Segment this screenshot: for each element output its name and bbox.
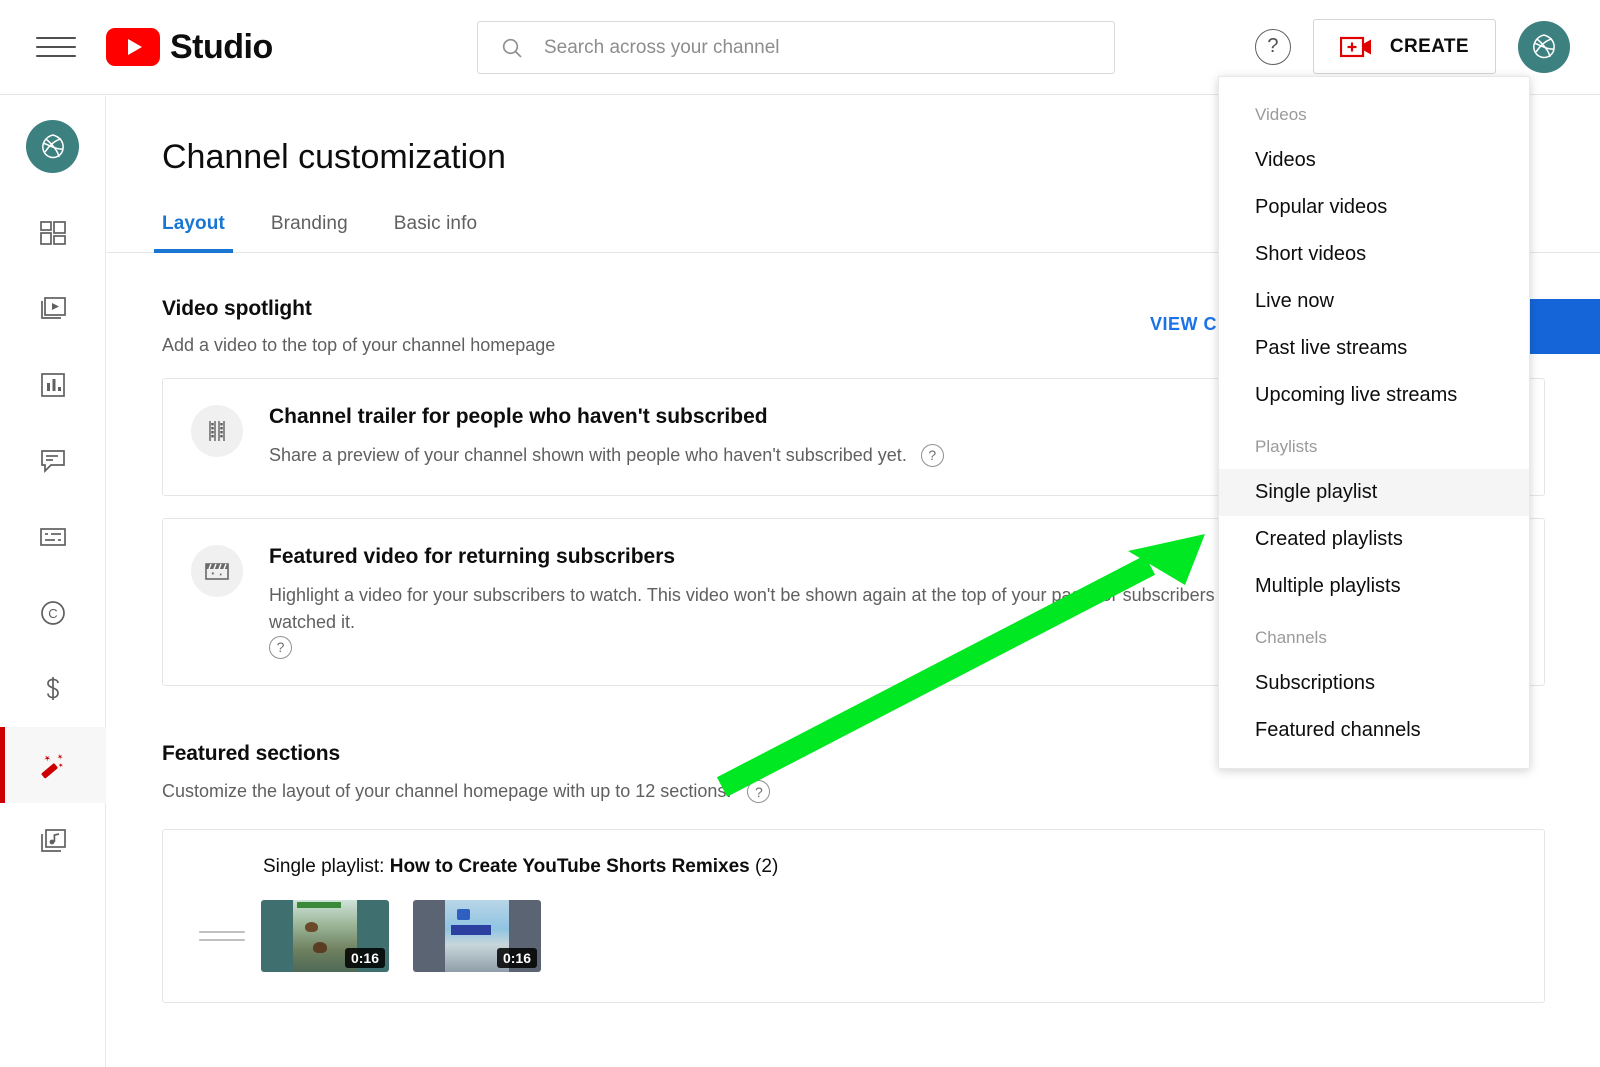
create-button[interactable]: CREATE — [1312, 19, 1496, 74]
drag-handle-icon[interactable] — [199, 931, 245, 941]
svg-text:C: C — [48, 606, 57, 621]
video-plus-icon — [1339, 36, 1371, 57]
video-thumbnail[interactable]: 0:16 — [413, 900, 541, 972]
menu-item-popular-videos[interactable]: Popular videos — [1219, 184, 1529, 231]
search-input[interactable] — [544, 36, 1100, 59]
menu-item-subscriptions[interactable]: Subscriptions — [1219, 660, 1529, 707]
sidebar-item-dashboard[interactable] — [0, 195, 106, 271]
dashboard-icon — [40, 221, 66, 245]
thumbnail-duration: 0:16 — [496, 948, 537, 968]
studio-logo[interactable]: Studio — [106, 28, 273, 67]
top-bar-actions: ? CREATE — [1254, 19, 1570, 74]
channel-trailer-desc-row: Share a preview of your channel shown wi… — [269, 442, 944, 469]
menu-group-playlists: Playlists — [1255, 437, 1318, 456]
customization-icon — [41, 754, 64, 779]
content-icon — [41, 297, 66, 319]
subtitles-icon — [40, 528, 66, 546]
thumbnail-list: 0:16 0:16 — [261, 900, 541, 972]
sidebar-item-comments[interactable] — [0, 423, 106, 499]
featured-sections-subheading: Customize the layout of your channel hom… — [162, 780, 1545, 803]
help-icon[interactable]: ? — [269, 636, 292, 659]
avatar[interactable] — [1518, 20, 1570, 73]
tab-branding[interactable]: Branding — [271, 213, 348, 253]
channel-avatar-glyph — [1533, 33, 1555, 58]
help-icon[interactable]: ? — [747, 780, 771, 803]
search-box[interactable] — [477, 21, 1115, 74]
sidebar-item-audio-library[interactable] — [0, 803, 106, 879]
video-spotlight-subheading-text: Add a video to the top of your channel h… — [162, 335, 556, 355]
playlist-thumbnails-row: 0:16 0:16 — [163, 900, 1544, 972]
audio-library-icon — [41, 829, 66, 852]
menu-item-multiple-playlists[interactable]: Multiple playlists — [1219, 563, 1529, 610]
tab-layout[interactable]: Layout — [154, 213, 233, 253]
add-section-dropdown: Videos Videos Popular videos Short video… — [1218, 76, 1530, 769]
sidebar-item-copyright[interactable]: C — [0, 575, 106, 651]
featured-section-row-card: Single playlist: How to Create YouTube S… — [162, 829, 1545, 1003]
featured-sections-section: Featured sections Customize the layout o… — [162, 742, 1545, 1003]
sidebar-item-channel-avatar[interactable] — [26, 120, 79, 173]
sidebar-item-monetization[interactable] — [0, 651, 106, 727]
create-button-label: CREATE — [1389, 35, 1469, 57]
channel-trailer-title: Channel trailer for people who haven't s… — [269, 405, 768, 428]
sidebar-item-customization[interactable] — [0, 727, 106, 803]
youtube-studio-window: Studio ? CREATE — [0, 0, 1600, 1067]
playlist-section-label: Single playlist: How to Create YouTube S… — [263, 856, 1544, 878]
sidebar: C — [0, 96, 106, 1067]
comments-icon — [41, 450, 65, 474]
channel-trailer-card-body: Channel trailer for people who haven't s… — [269, 405, 944, 469]
sidebar-item-content[interactable] — [0, 271, 106, 347]
clapperboard-sparkle-icon — [191, 545, 243, 597]
menu-group-videos: Videos — [1255, 105, 1307, 124]
menu-item-past-live-streams[interactable]: Past live streams — [1219, 325, 1529, 372]
brand-label: Studio — [170, 27, 273, 66]
help-icon[interactable]: ? — [1254, 28, 1291, 65]
menu-item-single-playlist[interactable]: Single playlist — [1219, 469, 1529, 516]
sidebar-item-analytics[interactable] — [0, 347, 106, 423]
video-thumbnail[interactable]: 0:16 — [261, 900, 389, 972]
film-strip-icon — [191, 405, 243, 457]
playlist-prefix: Single playlist: — [263, 856, 385, 877]
menu-item-upcoming-live-streams[interactable]: Upcoming live streams — [1219, 372, 1529, 419]
menu-item-videos[interactable]: Videos — [1219, 137, 1529, 184]
menu-item-created-playlists[interactable]: Created playlists — [1219, 516, 1529, 563]
menu-item-short-videos[interactable]: Short videos — [1219, 231, 1529, 278]
channel-trailer-desc: Share a preview of your channel shown wi… — [269, 445, 907, 465]
copyright-icon: C — [41, 601, 65, 625]
menu-item-live-now[interactable]: Live now — [1219, 278, 1529, 325]
playlist-count: (2) — [755, 856, 779, 877]
search-icon — [502, 38, 522, 58]
monetization-icon — [47, 677, 59, 700]
analytics-icon — [41, 373, 65, 397]
youtube-play-icon — [106, 28, 160, 66]
channel-avatar-glyph — [41, 133, 64, 158]
tab-basic-info[interactable]: Basic info — [394, 213, 477, 253]
menu-group-channels: Channels — [1255, 628, 1327, 647]
playlist-name: How to Create YouTube Shorts Remixes — [389, 856, 750, 877]
thumbnail-duration: 0:16 — [344, 948, 385, 968]
sidebar-item-subtitles[interactable] — [0, 499, 106, 575]
hamburger-icon[interactable] — [36, 32, 76, 62]
menu-item-featured-channels[interactable]: Featured channels — [1219, 707, 1529, 754]
help-icon[interactable]: ? — [920, 444, 944, 467]
featured-sections-subheading-text: Customize the layout of your channel hom… — [162, 781, 732, 801]
